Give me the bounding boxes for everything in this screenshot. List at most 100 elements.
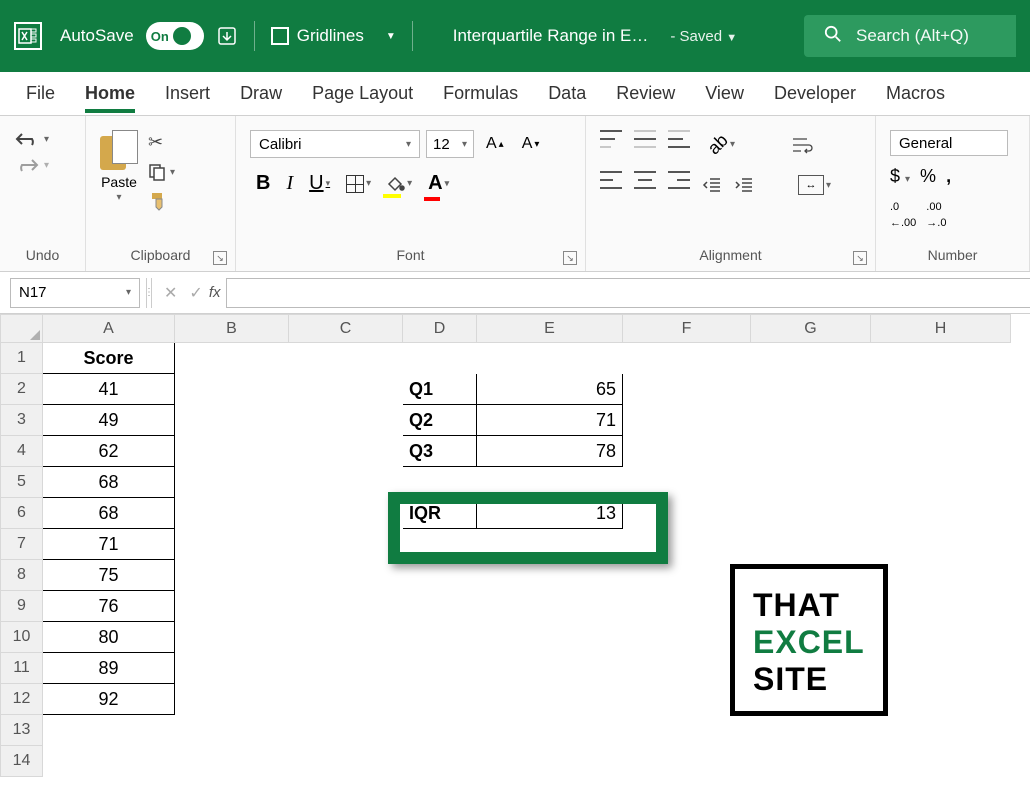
cell[interactable]: Q3: [403, 436, 477, 467]
cell[interactable]: [289, 498, 403, 529]
tab-home[interactable]: Home: [85, 75, 135, 112]
cell[interactable]: [289, 560, 403, 591]
cell[interactable]: [403, 715, 477, 746]
row-header[interactable]: 14: [1, 746, 43, 777]
cell[interactable]: [175, 498, 289, 529]
orientation-button[interactable]: ab▾: [702, 130, 741, 159]
copy-button[interactable]: ▾: [148, 163, 175, 181]
spreadsheet-grid[interactable]: A B C D E F G H 1 Score 2 41 Q1 65 3 49 …: [0, 314, 1030, 777]
cell[interactable]: [871, 560, 1011, 591]
cell[interactable]: [871, 529, 1011, 560]
cell[interactable]: [403, 653, 477, 684]
row-header[interactable]: 5: [1, 467, 43, 498]
cell[interactable]: [289, 622, 403, 653]
undo-button[interactable]: ▾: [14, 130, 49, 148]
underline-button[interactable]: U▾: [303, 168, 336, 199]
save-status[interactable]: - Saved ▼: [670, 28, 737, 45]
increase-decimal-button[interactable]: .0←.00: [890, 197, 916, 229]
cell[interactable]: Score: [43, 343, 175, 374]
cell[interactable]: [403, 560, 477, 591]
cell[interactable]: [289, 684, 403, 715]
cell[interactable]: 41: [43, 374, 175, 405]
accounting-format-button[interactable]: $ ▾: [890, 166, 910, 187]
decrease-decimal-button[interactable]: .00→.0: [926, 197, 946, 229]
align-top-button[interactable]: [600, 130, 622, 148]
cell[interactable]: [871, 653, 1011, 684]
row-header[interactable]: 6: [1, 498, 43, 529]
cell[interactable]: [403, 746, 477, 777]
cell[interactable]: 78: [477, 436, 623, 467]
cell[interactable]: [175, 529, 289, 560]
row-header[interactable]: 8: [1, 560, 43, 591]
percent-format-button[interactable]: %: [920, 166, 936, 187]
align-bottom-button[interactable]: [668, 130, 690, 148]
cell[interactable]: [751, 715, 871, 746]
cell[interactable]: [289, 653, 403, 684]
cell[interactable]: [43, 746, 175, 777]
tab-draw[interactable]: Draw: [240, 75, 282, 112]
cell[interactable]: [175, 374, 289, 405]
cell[interactable]: [871, 622, 1011, 653]
cell[interactable]: [175, 622, 289, 653]
name-box[interactable]: N17 ▾: [10, 278, 140, 308]
cell[interactable]: [477, 343, 623, 374]
save-icon[interactable]: [216, 25, 238, 47]
cell[interactable]: [175, 405, 289, 436]
cell[interactable]: [871, 343, 1011, 374]
cell[interactable]: [871, 436, 1011, 467]
cell[interactable]: 71: [43, 529, 175, 560]
cell[interactable]: [751, 498, 871, 529]
row-header[interactable]: 4: [1, 436, 43, 467]
cell[interactable]: [623, 715, 751, 746]
borders-button[interactable]: ▾: [340, 171, 377, 197]
increase-indent-button[interactable]: [734, 171, 754, 199]
gridlines-toggle[interactable]: Gridlines ▼: [271, 26, 396, 46]
cell[interactable]: [477, 560, 623, 591]
font-dialog-launcher[interactable]: ↘: [563, 251, 577, 265]
cell[interactable]: [477, 622, 623, 653]
cancel-formula-button[interactable]: ✕: [158, 283, 183, 303]
cell[interactable]: 68: [43, 498, 175, 529]
cell[interactable]: [175, 560, 289, 591]
decrease-indent-button[interactable]: [702, 171, 722, 199]
shrink-font-button[interactable]: A▾: [516, 131, 546, 157]
align-left-button[interactable]: [600, 171, 622, 189]
tab-page-layout[interactable]: Page Layout: [312, 75, 413, 112]
redo-button[interactable]: ▾: [14, 156, 49, 174]
formula-input[interactable]: [226, 278, 1030, 308]
paste-button[interactable]: Paste ▾: [100, 130, 138, 203]
cell[interactable]: 65: [477, 374, 623, 405]
col-header[interactable]: H: [871, 315, 1011, 343]
cell[interactable]: [175, 343, 289, 374]
cell[interactable]: [175, 715, 289, 746]
row-header[interactable]: 1: [1, 343, 43, 374]
cell[interactable]: [871, 467, 1011, 498]
cell[interactable]: [403, 591, 477, 622]
row-header[interactable]: 13: [1, 715, 43, 746]
font-color-button[interactable]: A▾: [422, 168, 455, 199]
cell[interactable]: [289, 591, 403, 622]
fx-icon[interactable]: fx: [209, 284, 221, 301]
enter-formula-button[interactable]: ✓: [183, 283, 208, 303]
row-header[interactable]: 9: [1, 591, 43, 622]
grow-font-button[interactable]: A▴: [480, 131, 510, 157]
cell[interactable]: [477, 653, 623, 684]
align-right-button[interactable]: [668, 171, 690, 189]
tab-view[interactable]: View: [705, 75, 744, 112]
tab-formulas[interactable]: Formulas: [443, 75, 518, 112]
col-header[interactable]: B: [175, 315, 289, 343]
cell[interactable]: [751, 343, 871, 374]
merge-center-button[interactable]: ↔▾: [792, 171, 837, 199]
cell[interactable]: [175, 591, 289, 622]
cell[interactable]: [871, 405, 1011, 436]
cell[interactable]: [403, 684, 477, 715]
select-all-corner[interactable]: [1, 315, 43, 343]
cell[interactable]: [751, 374, 871, 405]
tab-file[interactable]: File: [26, 75, 55, 112]
font-name-combo[interactable]: Calibri▾: [250, 130, 420, 158]
fill-color-button[interactable]: ▾: [381, 172, 418, 196]
col-header[interactable]: C: [289, 315, 403, 343]
cell[interactable]: [477, 684, 623, 715]
cell[interactable]: [623, 746, 751, 777]
cell[interactable]: [871, 715, 1011, 746]
